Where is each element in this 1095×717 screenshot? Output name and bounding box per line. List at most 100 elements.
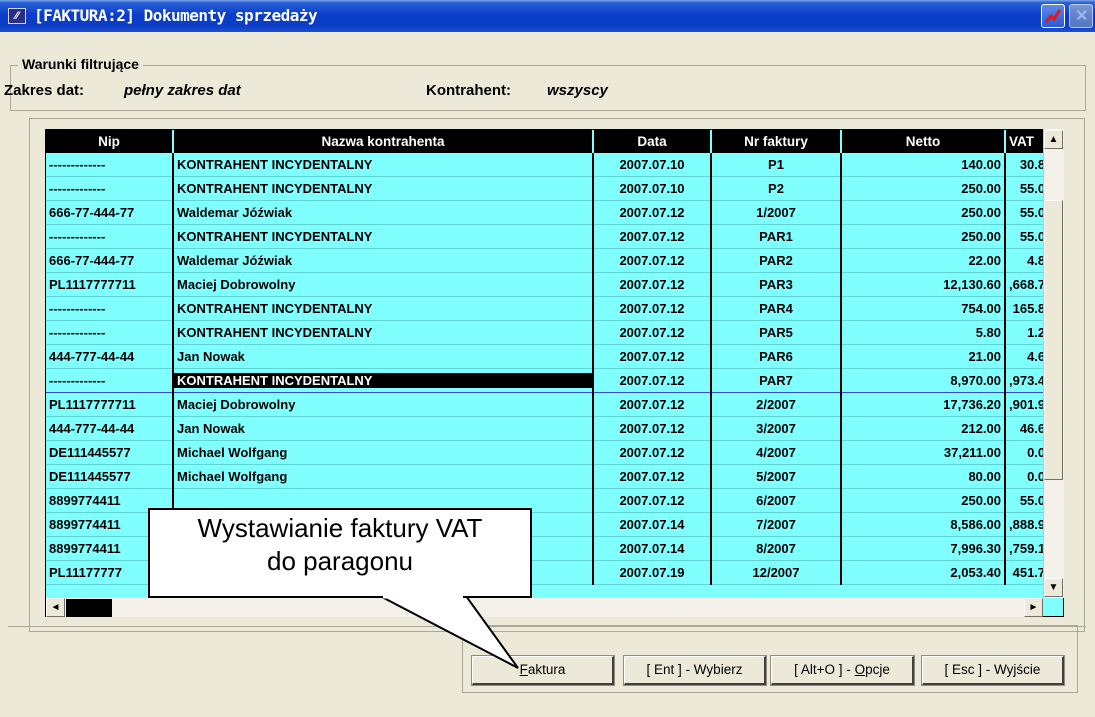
cell-name-text: Maciej Dobrowolny <box>177 277 296 292</box>
cell-netto: 12,130.60 <box>841 272 1006 297</box>
cell-nip-text: ------------- <box>49 157 106 172</box>
cell-netto: 250.00 <box>841 488 1006 513</box>
horizontal-scroll-thumb[interactable] <box>66 599 112 617</box>
cell-name-text: KONTRAHENT INCYDENTALNY <box>177 229 373 244</box>
cell-netto: 754.00 <box>841 296 1006 321</box>
opcje-hotkey: O <box>854 662 866 677</box>
wybierz-button[interactable]: [ Ent ] - Wybierz <box>623 655 767 686</box>
cell-name-text: Waldemar Jóźwiak <box>177 205 293 220</box>
cell-date: 2007.07.12 <box>593 440 712 465</box>
cell-name-text: Michael Wolfgang <box>177 445 288 460</box>
cell-netto-text: 37,211.00 <box>943 445 1001 460</box>
cell-date-text: 2007.07.12 <box>619 325 685 340</box>
wyjscie-button[interactable]: [ Esc ] - Wyjście <box>921 655 1065 686</box>
cell-netto: 8,970.00 <box>841 368 1006 393</box>
cell-invoice-nr: 8/2007 <box>711 536 842 561</box>
table-row[interactable]: DE111445577 Michael Wolfgang 2007.07.12 4/2… <box>46 440 1058 465</box>
cell-netto-text: 22.00 <box>968 253 1001 268</box>
table-row[interactable]: ------------- KONTRAHENT INCYDENTALNY 2007… <box>46 176 1058 201</box>
cell-invoice-nr: PAR3 <box>711 272 842 297</box>
cell-invoice-nr: P2 <box>711 176 842 201</box>
table-row[interactable]: PL1117777711 Maciej Dobrowolny 2007.07.12 2… <box>46 392 1058 417</box>
cell-netto-text: 21.00 <box>968 349 1001 364</box>
cell-date: 2007.07.12 <box>593 224 712 249</box>
cell-netto-text: 80.00 <box>968 469 1001 484</box>
table-row[interactable]: ------------- KONTRAHENT INCYDENTALNY 2007… <box>46 296 1058 321</box>
cell-nip: ------------- <box>46 296 174 321</box>
cell-name: Michael Wolfgang <box>173 440 594 465</box>
cell-date-text: 2007.07.10 <box>619 181 685 196</box>
red-check-icon[interactable] <box>1041 4 1065 28</box>
cell-invoice-nr: PAR7 <box>711 368 842 393</box>
close-button[interactable]: ✕ <box>1069 4 1093 28</box>
wybierz-label: [ Ent ] - Wybierz <box>646 662 743 677</box>
scroll-left-button[interactable]: ◄ <box>46 598 65 617</box>
cell-invoice-nr-text: PAR6 <box>759 349 793 364</box>
cell-date-text: 2007.07.12 <box>619 349 685 364</box>
cell-netto-text: 12,130.60 <box>943 277 1001 292</box>
cell-invoice-nr: P1 <box>711 153 842 177</box>
cell-invoice-nr-text: PAR5 <box>759 325 793 340</box>
column-header-netto[interactable]: Netto <box>841 130 1006 153</box>
cell-name: KONTRAHENT INCYDENTALNY <box>173 224 594 249</box>
cell-nip: ------------- <box>46 368 174 393</box>
cell-name-text: Maciej Dobrowolny <box>177 397 296 412</box>
table-row[interactable]: 444-777-44-44 Jan Nowak 2007.07.12 3/2007 21… <box>46 416 1058 441</box>
cell-netto-text: 8,970.00 <box>950 373 1001 388</box>
scroll-down-button[interactable]: ▼ <box>1044 578 1063 597</box>
cell-name: Maciej Dobrowolny <box>173 392 594 417</box>
cell-netto: 250.00 <box>841 176 1006 201</box>
cell-date-text: 2007.07.12 <box>619 469 685 484</box>
title-bar[interactable]: ⁄⁄ [FAKTURA:2] Dokumenty sprzedaży ✕ <box>0 0 1095 32</box>
cell-invoice-nr: 12/2007 <box>711 560 842 585</box>
cell-name-text: KONTRAHENT INCYDENTALNY <box>177 325 373 340</box>
table-row[interactable]: ------------- KONTRAHENT INCYDENTALNY 2007… <box>46 368 1058 393</box>
cell-date: 2007.07.12 <box>593 416 712 441</box>
cell-date: 2007.07.14 <box>593 536 712 561</box>
cell-invoice-nr: 7/2007 <box>711 512 842 537</box>
cell-nip-text: PL1117777711 <box>49 277 136 292</box>
cell-netto-text: 140.00 <box>961 157 1001 172</box>
cell-invoice-nr-text: P1 <box>768 157 784 172</box>
table-row[interactable]: DE111445577 Michael Wolfgang 2007.07.12 5/2… <box>46 464 1058 489</box>
table-row[interactable]: ------------- KONTRAHENT INCYDENTALNY 2007… <box>46 153 1058 177</box>
cell-invoice-nr: 1/2007 <box>711 200 842 225</box>
cell-nip-text: ------------- <box>49 301 106 316</box>
cell-netto-text: 8,586.00 <box>950 517 1001 532</box>
table-row[interactable]: PL1117777711 Maciej Dobrowolny 2007.07.12 P… <box>46 272 1058 297</box>
cell-invoice-nr: PAR4 <box>711 296 842 321</box>
cell-netto-text: 5.80 <box>975 325 1001 340</box>
column-header-name[interactable]: Nazwa kontrahenta <box>173 130 594 153</box>
table-row[interactable]: 666-77-444-77 Waldemar Jóźwiak 2007.07.12 1… <box>46 200 1058 225</box>
cell-netto-text: 250.00 <box>961 493 1001 508</box>
cell-nip-text: PL11177777 <box>49 565 123 580</box>
faktura-button[interactable]: Faktura <box>471 655 615 686</box>
table-row[interactable]: 444-777-44-44 Jan Nowak 2007.07.12 PAR6 21.0… <box>46 344 1058 369</box>
cell-date: 2007.07.10 <box>593 153 712 177</box>
opcje-button[interactable]: [ Alt+O ] - Opcje <box>770 655 915 686</box>
cell-date-text: 2007.07.12 <box>619 397 685 412</box>
cell-netto: 8,586.00 <box>841 512 1006 537</box>
table-row[interactable]: ------------- KONTRAHENT INCYDENTALNY 2007… <box>46 320 1058 345</box>
cell-date: 2007.07.12 <box>593 248 712 273</box>
cell-nip: 444-777-44-44 <box>46 344 174 369</box>
table-row[interactable]: ------------- KONTRAHENT INCYDENTALNY 2007… <box>46 224 1058 249</box>
column-header-invoice-nr[interactable]: Nr faktury <box>711 130 842 153</box>
horizontal-scrollbar[interactable] <box>46 598 1043 617</box>
cell-invoice-nr: 6/2007 <box>711 488 842 513</box>
cell-nip-text: 8899774411 <box>49 541 121 556</box>
vertical-scroll-thumb[interactable] <box>1044 200 1063 480</box>
cell-invoice-nr-text: 3/2007 <box>756 421 796 436</box>
column-header-nip[interactable]: Nip <box>46 130 174 153</box>
table-row[interactable]: 666-77-444-77 Waldemar Jóźwiak 2007.07.12 P… <box>46 248 1058 273</box>
cell-nip: ------------- <box>46 176 174 201</box>
scroll-right-button[interactable]: ► <box>1024 598 1043 617</box>
cell-invoice-nr: PAR2 <box>711 248 842 273</box>
cell-invoice-nr: PAR5 <box>711 320 842 345</box>
cell-netto-text: 17,736.20 <box>943 397 1001 412</box>
column-header-date[interactable]: Data <box>593 130 712 153</box>
scroll-up-button[interactable]: ▲ <box>1044 130 1063 149</box>
cell-invoice-nr: PAR1 <box>711 224 842 249</box>
cell-netto: 37,211.00 <box>841 440 1006 465</box>
faktura-app-icon[interactable]: ⁄⁄ <box>8 8 26 24</box>
